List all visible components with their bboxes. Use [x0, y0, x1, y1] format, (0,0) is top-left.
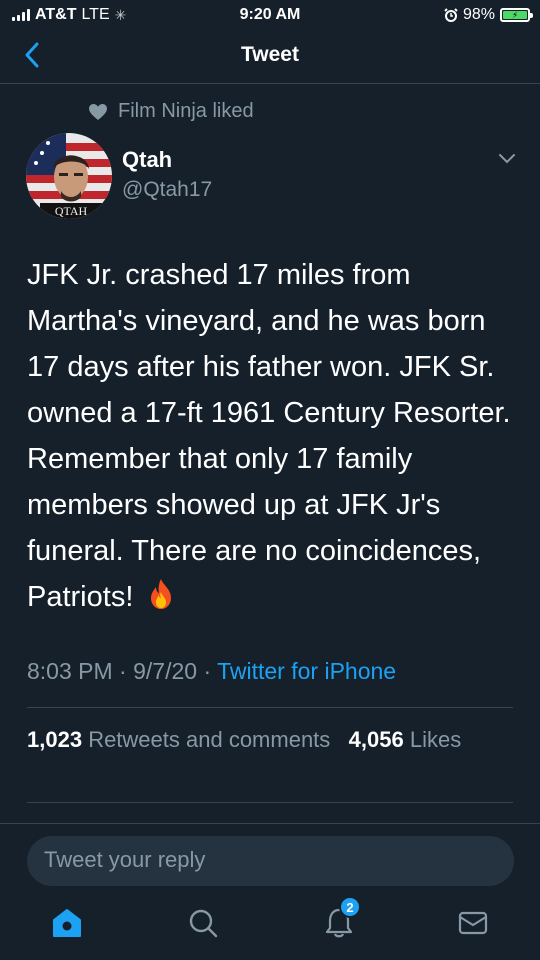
tab-search[interactable] — [185, 905, 221, 941]
battery-percent: 98% — [462, 6, 495, 23]
retweets-label: Retweets and comments — [88, 727, 331, 752]
social-context: Film Ninja liked — [88, 100, 254, 123]
divider — [27, 707, 513, 708]
tweet-body: JFK Jr. crashed 17 miles from Martha's v… — [27, 259, 511, 613]
social-context-text: Film Ninja liked — [118, 100, 254, 122]
tweet-date: 9/7/20 — [133, 658, 198, 684]
tab-home[interactable] — [49, 905, 85, 941]
alarm-icon — [444, 8, 458, 22]
tweet-stats: 1,023 Retweets and comments 4,056 Likes — [27, 727, 461, 753]
notification-badge: 2 — [339, 896, 361, 918]
mail-icon — [458, 911, 488, 935]
home-icon — [53, 909, 81, 937]
retweets-count: 1,023 — [27, 727, 83, 752]
fire-emoji — [147, 578, 175, 624]
meta-separator: · — [119, 658, 127, 684]
reply-input[interactable]: Tweet your reply — [27, 836, 514, 886]
status-bar: AT&T LTE ✳ 9:20 AM 98% ⚡ — [0, 0, 540, 30]
likes-label: Likes — [409, 727, 462, 752]
tab-notifications[interactable]: 2 — [321, 896, 361, 941]
battery-icon: ⚡ — [500, 8, 533, 22]
page-title: Tweet — [241, 43, 299, 66]
author-handle[interactable]: @Qtah17 — [122, 178, 212, 202]
divider — [27, 802, 513, 803]
heart-icon — [89, 103, 107, 120]
nav-bar: Tweet — [0, 30, 540, 84]
author-name[interactable]: Qtah — [122, 147, 172, 173]
likes-count: 4,056 — [348, 727, 404, 752]
tweet-source-link[interactable]: Twitter for iPhone — [217, 658, 396, 684]
chevron-down-icon[interactable] — [498, 152, 516, 166]
tab-messages[interactable] — [455, 905, 491, 941]
meta-separator: · — [203, 658, 212, 684]
likes-stat[interactable]: 4,056 Likes — [349, 727, 462, 752]
tweet-text: JFK Jr. crashed 17 miles from Martha's v… — [27, 252, 517, 624]
retweets-stat[interactable]: 1,023 Retweets and comments — [27, 727, 336, 752]
tweet-time: 8:03 PM — [27, 658, 113, 684]
tweet-meta: 8:03 PM · 9/7/20 · Twitter for iPhone — [27, 658, 396, 685]
avatar-text: QTAH — [55, 204, 88, 218]
search-icon — [189, 909, 218, 938]
avatar[interactable]: QTAH — [26, 133, 112, 219]
status-right: 98% ⚡ — [444, 6, 533, 24]
